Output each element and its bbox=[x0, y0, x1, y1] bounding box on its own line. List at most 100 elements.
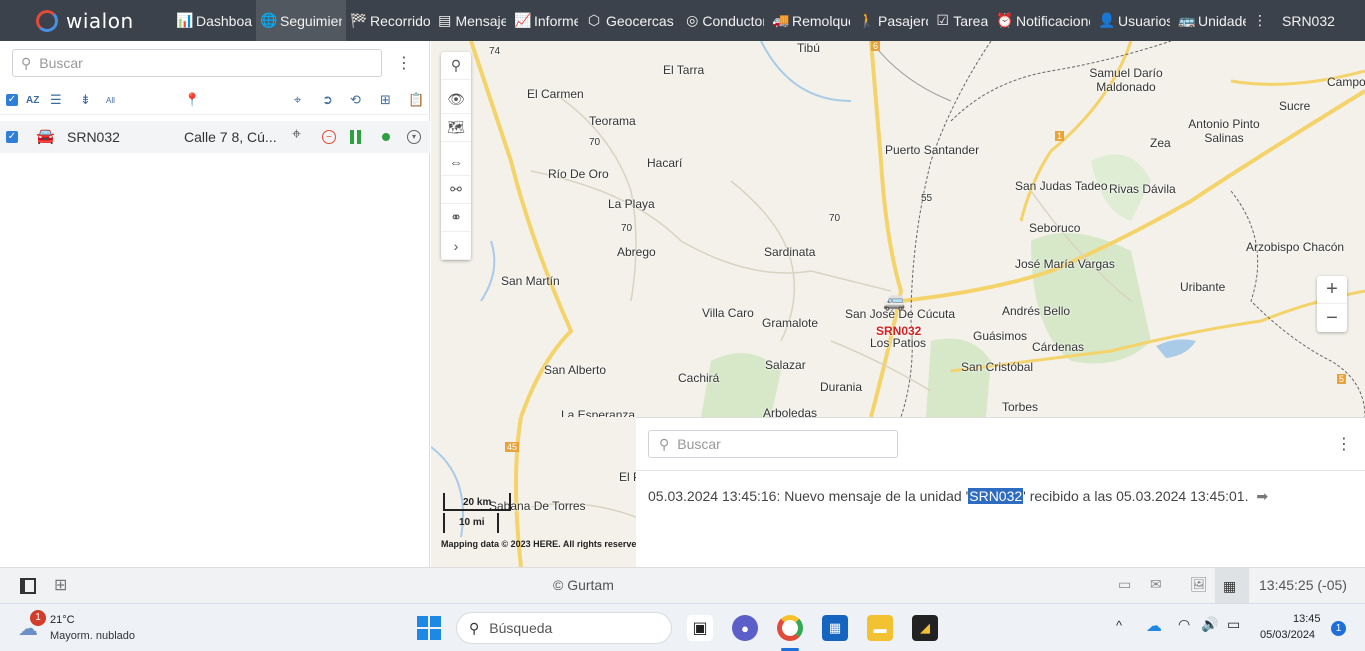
route-icon[interactable]: ⚯ bbox=[441, 176, 471, 204]
nav-item-geocercas[interactable]: ⬡ Geocercas bbox=[582, 0, 682, 41]
unit-address: Calle 7 8, Cú... bbox=[184, 129, 277, 145]
weather-desc[interactable]: Mayorm. nublado bbox=[50, 630, 135, 642]
nav-item-notificaciones[interactable]: ⏰Notificaciones bbox=[992, 0, 1094, 41]
location-pin-icon[interactable]: 📍 bbox=[184, 91, 200, 109]
unit-name[interactable]: SRN032 bbox=[67, 129, 120, 145]
map-tools: ⚲ 👁 🗺 ⇔ ⚯ ⚭ › bbox=[441, 52, 471, 260]
weather-badge: 1 bbox=[30, 610, 46, 626]
nav-item-label: Geocercas bbox=[606, 12, 674, 29]
zoom-out-button[interactable]: − bbox=[1317, 304, 1347, 332]
list-view-icon[interactable]: ☰ bbox=[50, 91, 62, 109]
nav-item-unidades[interactable]: 🚌Unidades bbox=[1174, 0, 1250, 41]
chrome-icon[interactable] bbox=[777, 615, 803, 641]
driver-icon[interactable]: ⊞ bbox=[380, 91, 391, 109]
file-explorer-icon[interactable]: ▬ bbox=[867, 615, 893, 641]
crosshair-icon[interactable]: ⌖ bbox=[294, 91, 301, 109]
map-label: Puerto Santander bbox=[885, 143, 980, 157]
panel-toggle-icon[interactable] bbox=[20, 578, 36, 594]
locate-unit-icon[interactable]: ⌖ bbox=[292, 126, 301, 144]
store-icon[interactable]: ▦ bbox=[822, 615, 848, 641]
weather-temp[interactable]: 21°C bbox=[50, 614, 75, 626]
battery-icon[interactable]: ▭ bbox=[1227, 616, 1240, 633]
command-icon[interactable]: ➲ bbox=[322, 91, 333, 109]
nav-item-dashboard[interactable]: 📊Dashboard bbox=[172, 0, 256, 41]
ruler-icon[interactable]: ⇔ bbox=[441, 148, 471, 176]
map-label: Arboledas bbox=[763, 406, 818, 417]
map-view-lower[interactable]: 45 Sabana De Torres El P 20 km 10 mi Map… bbox=[431, 417, 636, 567]
zoom-control: + − bbox=[1317, 276, 1347, 332]
map-layers-icon[interactable]: 🗺 bbox=[441, 114, 471, 142]
sort-az-icon[interactable]: AZ bbox=[26, 91, 39, 109]
taskbar-search-input[interactable]: ⚲ Búsqueda bbox=[456, 612, 672, 644]
map-label: Tibú bbox=[797, 41, 820, 55]
chat-icon[interactable]: ● bbox=[732, 615, 758, 641]
connection-icon[interactable]: ⟲ bbox=[350, 91, 361, 109]
nav-item-label: Recorridos bbox=[370, 12, 430, 29]
sticky-notes-icon[interactable]: ◢ bbox=[912, 615, 938, 641]
select-all-checkbox[interactable]: ✓ bbox=[6, 91, 18, 109]
zoom-in-button[interactable]: + bbox=[1317, 276, 1347, 304]
clock-date[interactable]: 05/03/2024 bbox=[1260, 629, 1315, 641]
onedrive-icon[interactable]: ☁ bbox=[1146, 616, 1162, 636]
nav-item-tareas[interactable]: ☑Tareas bbox=[932, 0, 992, 41]
map-label: El Tarra bbox=[663, 63, 705, 77]
wialon-logo-icon bbox=[36, 9, 58, 32]
nav-item-seguimiento[interactable]: 🌐Seguimiento bbox=[256, 0, 346, 41]
notification-menu-icon[interactable]: ⋮ bbox=[1336, 434, 1352, 454]
divider bbox=[636, 470, 1365, 471]
nav-item-conductores[interactable]: ◎Conductores bbox=[682, 0, 768, 41]
wifi-icon[interactable]: ◠ bbox=[1178, 616, 1190, 633]
notification-count-badge[interactable]: 1 bbox=[1331, 621, 1346, 636]
map-label: Abrego bbox=[617, 245, 656, 259]
nav-item-label: Conductores bbox=[702, 12, 764, 29]
nav-item-recorridos[interactable]: 🏁Recorridos bbox=[346, 0, 434, 41]
notification-message[interactable]: 05.03.2024 13:45:16: Nuevo mensaje de la… bbox=[648, 488, 1268, 505]
locator-icon[interactable]: ⚭ bbox=[441, 204, 471, 232]
chevron-up-icon[interactable]: ^ bbox=[1116, 618, 1122, 633]
nav-item-usuarios[interactable]: 👤 Usuarios bbox=[1094, 0, 1174, 41]
map-label: Teorama bbox=[589, 114, 636, 128]
clock-time[interactable]: 13:45 bbox=[1293, 613, 1321, 625]
map-label: Hacarí bbox=[647, 156, 683, 170]
nav-item-remolques[interactable]: 🚚Remolques bbox=[768, 0, 854, 41]
vehicle-marker-icon[interactable]: 🚐 bbox=[883, 291, 905, 312]
show-all-icon[interactable]: All bbox=[106, 91, 115, 109]
group-icon[interactable]: ⇟ bbox=[80, 91, 91, 109]
more-menu-icon[interactable]: ⋮ bbox=[1250, 0, 1270, 41]
unit-row[interactable]: ✓ 🚘 SRN032 Calle 7 8, Cú... ⌖ − ▾ bbox=[0, 121, 430, 153]
arrow-right-icon[interactable]: ➡ bbox=[1256, 488, 1268, 504]
map-label: Torbes bbox=[1002, 400, 1039, 414]
map-view[interactable]: Tibú El Tarra El Carmen Teorama Hacarí R… bbox=[431, 41, 1365, 417]
notification-search-input[interactable]: ⚲ Buscar bbox=[648, 430, 898, 458]
panel-menu-icon[interactable]: ⋮ bbox=[396, 53, 412, 73]
no-entry-icon[interactable]: − bbox=[322, 130, 336, 144]
message-icon: ▤ bbox=[438, 12, 452, 28]
map-label: Gramalote bbox=[762, 316, 819, 330]
clipboard-icon[interactable]: 📋 bbox=[408, 91, 424, 109]
nav-item-informes[interactable]: 📈Informes bbox=[510, 0, 582, 41]
volume-icon[interactable]: 🔊 bbox=[1201, 616, 1218, 633]
bar-chart-icon: 📊 bbox=[176, 12, 194, 28]
user-menu[interactable]: SRN032 bbox=[1270, 0, 1353, 41]
image-icon[interactable]: 🖼 bbox=[1190, 576, 1208, 593]
nav-item-pasajeros[interactable]: 🚶Pasajeros bbox=[854, 0, 932, 41]
nav-item-mensajes[interactable]: ▤Mensajes bbox=[434, 0, 510, 41]
map-search-icon[interactable]: ⚲ bbox=[441, 52, 471, 80]
mail-icon[interactable]: ✉ bbox=[1150, 576, 1162, 593]
unit-checkbox[interactable]: ✓ bbox=[6, 131, 18, 143]
wialon-logo[interactable]: wialon bbox=[0, 0, 172, 41]
events-icon[interactable]: ▭ bbox=[1118, 576, 1131, 593]
vehicle-marker-label[interactable]: SRN032 bbox=[876, 324, 921, 338]
windows-start-icon[interactable] bbox=[417, 616, 441, 640]
expand-tools-icon[interactable]: › bbox=[441, 232, 471, 260]
geofence-icon: ⬡ bbox=[587, 12, 601, 28]
bus-icon: 🚌 bbox=[1178, 12, 1196, 28]
unit-search-input[interactable]: ⚲ Buscar bbox=[12, 49, 382, 77]
eye-icon[interactable]: 👁 bbox=[441, 86, 471, 114]
notifications-toggle[interactable]: ▦ bbox=[1215, 568, 1249, 603]
task-view-icon[interactable]: ▣ bbox=[687, 615, 713, 641]
map-label: Guásimos bbox=[973, 329, 1028, 343]
notification-search-placeholder: Buscar bbox=[677, 436, 721, 452]
grid-icon[interactable]: ⊞ bbox=[54, 575, 67, 595]
expand-chevron-icon[interactable]: ▾ bbox=[407, 130, 421, 144]
